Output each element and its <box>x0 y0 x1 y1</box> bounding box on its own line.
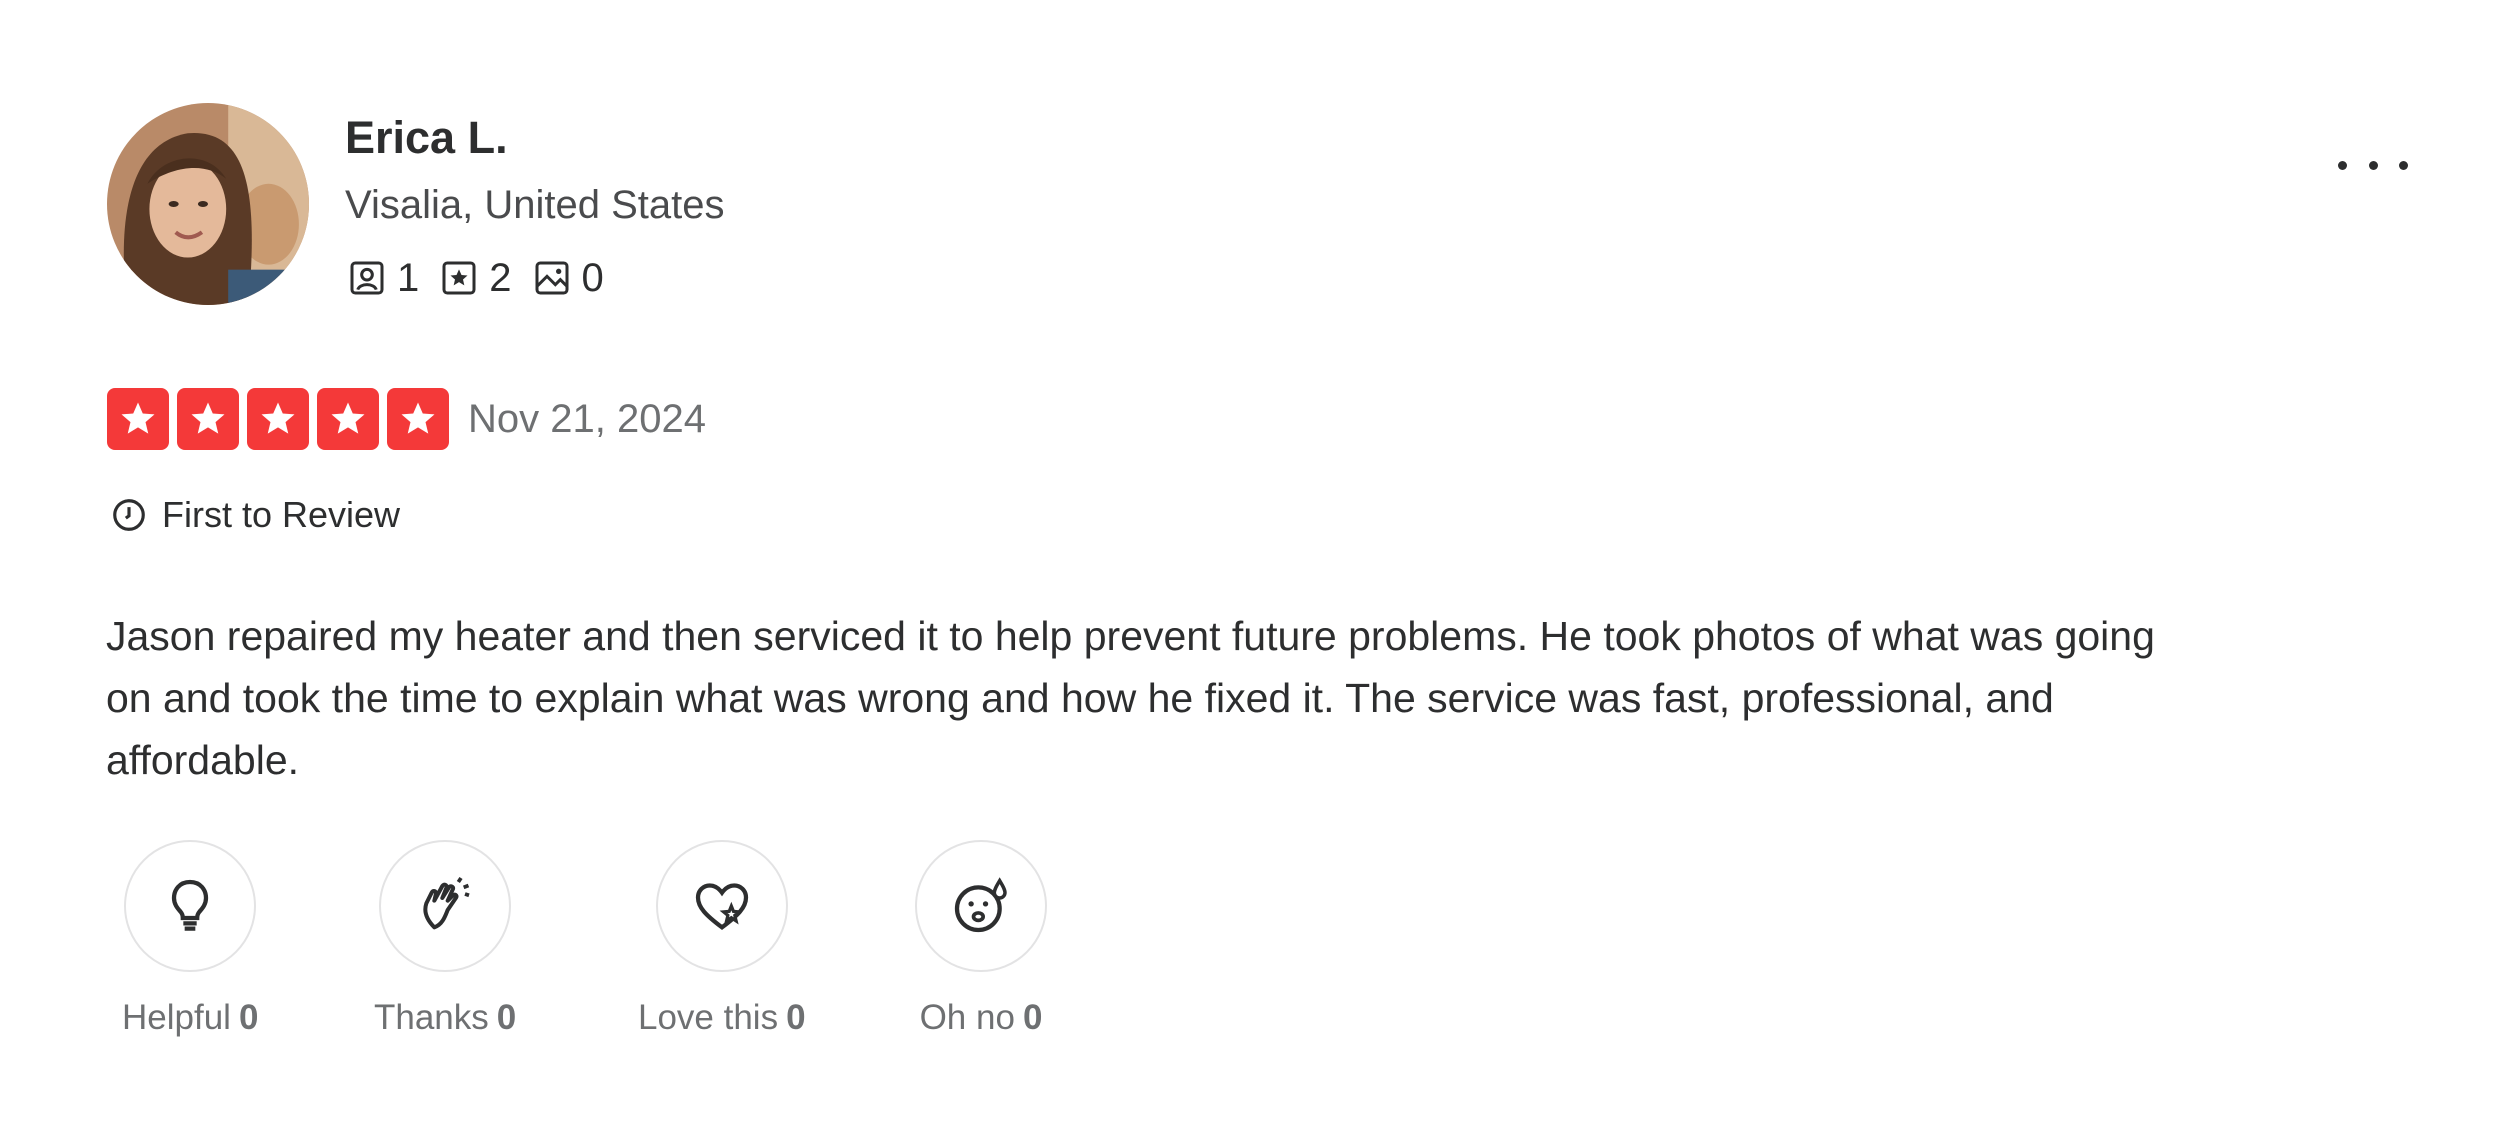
reaction-label: Love this 0 <box>638 998 806 1037</box>
reaction-label: Thanks 0 <box>374 998 517 1037</box>
helpful-reaction-button[interactable]: Helpful 0 <box>122 840 258 1040</box>
reaction-circle[interactable] <box>655 840 788 972</box>
reaction-circle[interactable] <box>124 840 257 972</box>
star-icon <box>247 388 309 450</box>
reaction-circle[interactable] <box>915 840 1047 972</box>
reviewer-name[interactable]: Erica L. <box>345 110 508 165</box>
star-icon <box>387 388 449 450</box>
dot-icon <box>2338 160 2347 170</box>
friends-icon <box>350 261 384 295</box>
avatar[interactable] <box>107 103 309 305</box>
reviewer-location: Visalia, United States <box>345 183 725 227</box>
review-date: Nov 21, 2024 <box>468 397 706 441</box>
surprised-face-icon <box>954 877 1007 933</box>
heart-icon <box>695 883 748 931</box>
reaction-label: Helpful 0 <box>122 998 259 1037</box>
star-icon <box>177 388 239 450</box>
reaction-label: Oh no 0 <box>919 998 1043 1037</box>
thanks-reaction-button[interactable]: Thanks 0 <box>374 840 516 1040</box>
first-to-review-badge: First to Review <box>110 492 400 538</box>
dot-icon <box>2399 160 2408 170</box>
lightbulb-icon <box>172 879 209 931</box>
oh-no-reaction-button[interactable]: Oh no 0 <box>915 840 1047 1040</box>
friends-count: 1 <box>347 253 419 303</box>
star-icon <box>107 388 169 450</box>
reviewer-stats: 1 2 0 <box>347 253 624 303</box>
clapping-hands-icon <box>423 876 470 930</box>
clock-icon <box>113 499 145 531</box>
star-rating <box>107 388 457 450</box>
reviews-count: 2 <box>439 253 512 303</box>
reviews-count-value: 2 <box>489 256 512 300</box>
photos-count-value: 0 <box>581 256 604 300</box>
reviews-icon <box>442 261 476 295</box>
review-text: Jason repaired my heater and then servic… <box>106 613 2155 783</box>
reaction-circle[interactable] <box>379 840 512 972</box>
photos-count: 0 <box>532 253 604 303</box>
avatar-photo <box>107 103 309 305</box>
friends-count-value: 1 <box>397 256 420 300</box>
badge-label: First to Review <box>162 494 401 535</box>
love-this-reaction-button[interactable]: Love this 0 <box>638 840 806 1040</box>
dot-icon <box>2368 160 2378 170</box>
photos-icon <box>535 261 568 295</box>
more-options-button[interactable] <box>2338 145 2408 185</box>
star-icon <box>317 388 379 450</box>
